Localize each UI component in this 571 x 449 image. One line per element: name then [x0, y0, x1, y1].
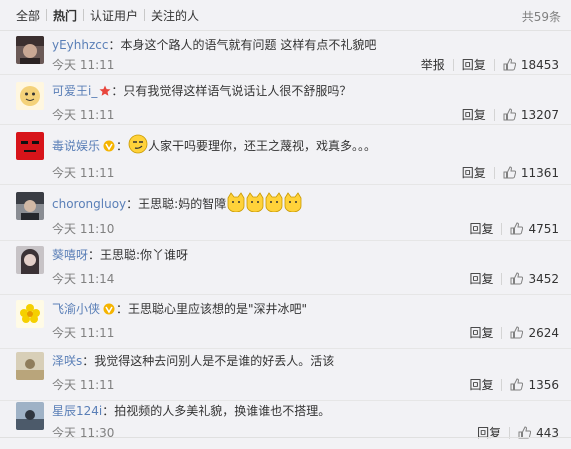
verified-v-badge-icon — [102, 139, 116, 157]
thumbs-up-icon — [503, 166, 516, 179]
comment-text-line: 毒说娱乐：人家干吗要理你，还王之蔑视，戏真多。。。 — [52, 134, 559, 159]
comment-item: 毒说娱乐：人家干吗要理你，还王之蔑视，戏真多。。。 今天 11:11 回复 11… — [0, 124, 571, 185]
avatar[interactable] — [16, 82, 44, 110]
thumbs-up-icon — [503, 108, 516, 121]
like-count: 1356 — [528, 377, 559, 392]
like-button[interactable]: 3452 — [502, 272, 559, 286]
comment-text-line: chorongluoy：王思聪:妈的智障 — [52, 192, 559, 217]
comment-time: 今天 11:11 — [52, 166, 115, 180]
thumbs-up-icon — [510, 378, 524, 391]
bottom-divider — [0, 437, 571, 438]
comment-actions: 回复 3452 — [461, 270, 559, 287]
comment-filter-tabs: 全部 热门 认证用户 关注的人 — [0, 0, 571, 31]
username-link[interactable]: 星辰124i — [52, 404, 102, 418]
comment-item: chorongluoy：王思聪:妈的智障 今天 11:10 回复 4751 — [0, 184, 571, 241]
avatar[interactable] — [16, 352, 44, 380]
like-button[interactable]: 2624 — [502, 326, 559, 340]
comment-time: 今天 11:10 — [52, 222, 115, 236]
username-link[interactable]: chorongluoy — [52, 197, 126, 211]
report-button[interactable]: 举报 — [413, 56, 453, 73]
comment-time: 今天 11:30 — [52, 426, 115, 440]
comment-content: ：只有我觉得这样语气说话让人很不舒服吗？ — [111, 84, 352, 98]
comment-text-line: 可爱王i_ ：只有我觉得这样语气说话让人很不舒服吗？ — [52, 82, 559, 102]
comment-item: 葵嘻呀：王思聪:你丫谁呀 今天 11:14 回复 3452 — [0, 240, 571, 295]
avatar[interactable] — [16, 132, 44, 160]
comment-item: 飞渝小侠 ：王思聪心里应该想的是"深井冰吧" 今天 11:11 回复 2624 — [0, 294, 571, 349]
comment-text-line: 葵嘻呀：王思聪:你丫谁呀 — [52, 246, 559, 264]
comment-time: 今天 11:11 — [52, 378, 115, 392]
comment-text-line: 泽咲s：我觉得这种去问别人是不是谁的好丢人。活该 — [52, 352, 559, 370]
comment-item: 可爱王i_ ：只有我觉得这样语气说话让人很不舒服吗？ 今天 11:11 回复 13… — [0, 74, 571, 125]
like-button[interactable]: 18453 — [495, 58, 559, 72]
like-button[interactable]: 1356 — [502, 378, 559, 392]
comment-content: ：我觉得这种去问别人是不是谁的好丢人。活该 — [82, 354, 335, 368]
comment-content: 人家干吗要理你，还王之蔑视，戏真多。。。 — [148, 139, 377, 153]
tab-verified-users[interactable]: 认证用户 — [84, 7, 144, 24]
comment-time: 今天 11:11 — [52, 326, 115, 340]
avatar[interactable] — [16, 192, 44, 220]
username-link[interactable]: 泽咲s — [52, 354, 82, 368]
comment-text-line: yEyhhzcc：本身这个路人的语气就有问题 这样有点不礼貌吧 — [52, 36, 559, 54]
comment-actions: 回复 443 — [469, 424, 559, 441]
reply-button[interactable]: 回复 — [461, 220, 501, 237]
comment-text-line: 星辰124i：拍视频的人多美礼貌，换谁谁也不搭理。 — [52, 402, 559, 420]
reply-button[interactable]: 回复 — [461, 324, 501, 341]
comment-actions: 回复 11361 — [454, 164, 559, 181]
verified-v-badge-icon — [102, 302, 116, 320]
comment-content: ：本身这个路人的语气就有问题 这样有点不礼貌吧 — [108, 38, 377, 52]
like-button[interactable]: 13207 — [495, 108, 559, 122]
cat-emoji-icon — [226, 192, 302, 217]
tab-hot[interactable]: 热门 — [47, 7, 83, 24]
username-link[interactable]: yEyhhzcc — [52, 38, 109, 52]
thumbs-up-icon — [510, 272, 524, 285]
like-count: 2624 — [528, 325, 559, 340]
comment-actions: 回复 1356 — [461, 376, 559, 393]
smirk-emoji-icon — [128, 134, 148, 159]
like-button[interactable]: 11361 — [495, 166, 559, 180]
comment-actions: 举报 回复 18453 — [413, 56, 559, 73]
reply-button[interactable]: 回复 — [454, 56, 494, 73]
comment-content: ：拍视频的人多美礼貌，换谁谁也不搭理。 — [102, 404, 331, 418]
comment-item: yEyhhzcc：本身这个路人的语气就有问题 这样有点不礼貌吧 今天 11:11… — [0, 30, 571, 75]
like-button[interactable]: 4751 — [502, 222, 559, 236]
tab-all[interactable]: 全部 — [0, 7, 46, 24]
comment-item: 泽咲s：我觉得这种去问别人是不是谁的好丢人。活该 今天 11:11 回复 135… — [0, 348, 571, 401]
like-count: 11361 — [520, 165, 559, 180]
reply-button[interactable]: 回复 — [461, 376, 501, 393]
username-link[interactable]: 葵嘻呀 — [52, 248, 88, 262]
comment-time: 今天 11:11 — [52, 108, 115, 122]
comment-actions: 回复 13207 — [454, 106, 559, 123]
comment-content: ：王思聪:妈的智障 — [126, 197, 227, 211]
comment-item: 星辰124i：拍视频的人多美礼貌，换谁谁也不搭理。 今天 11:30 回复 44… — [0, 400, 571, 441]
avatar[interactable] — [16, 246, 44, 274]
star-badge-icon — [99, 84, 111, 102]
username-link[interactable]: 毒说娱乐 — [52, 139, 100, 153]
comment-content: ：王思聪心里应该想的是"深井冰吧" — [116, 302, 308, 316]
comment-total-count: 共59条 — [521, 10, 561, 24]
username-link[interactable]: 可爱王i_ — [52, 84, 97, 98]
like-count: 18453 — [520, 57, 559, 72]
username-link[interactable]: 飞渝小侠 — [52, 302, 100, 316]
reply-button[interactable]: 回复 — [461, 270, 501, 287]
thumbs-up-icon — [510, 222, 524, 235]
comment-time: 今天 11:11 — [52, 58, 115, 72]
avatar[interactable] — [16, 402, 44, 430]
comment-actions: 回复 4751 — [461, 220, 559, 237]
like-count: 3452 — [528, 271, 559, 286]
reply-button[interactable]: 回复 — [454, 106, 494, 123]
comment-content: ：王思聪:你丫谁呀 — [88, 248, 189, 262]
comment-actions: 回复 2624 — [461, 324, 559, 341]
like-count: 4751 — [528, 221, 559, 236]
comment-time: 今天 11:14 — [52, 272, 115, 286]
avatar[interactable] — [16, 300, 44, 328]
reply-button[interactable]: 回复 — [469, 424, 509, 441]
comment-text-line: 飞渝小侠 ：王思聪心里应该想的是"深井冰吧" — [52, 300, 559, 320]
tab-following[interactable]: 关注的人 — [145, 7, 205, 24]
avatar[interactable] — [16, 36, 44, 64]
thumbs-up-icon — [510, 326, 524, 339]
thumbs-up-icon — [503, 58, 516, 71]
reply-button[interactable]: 回复 — [454, 164, 494, 181]
like-count: 13207 — [520, 107, 559, 122]
